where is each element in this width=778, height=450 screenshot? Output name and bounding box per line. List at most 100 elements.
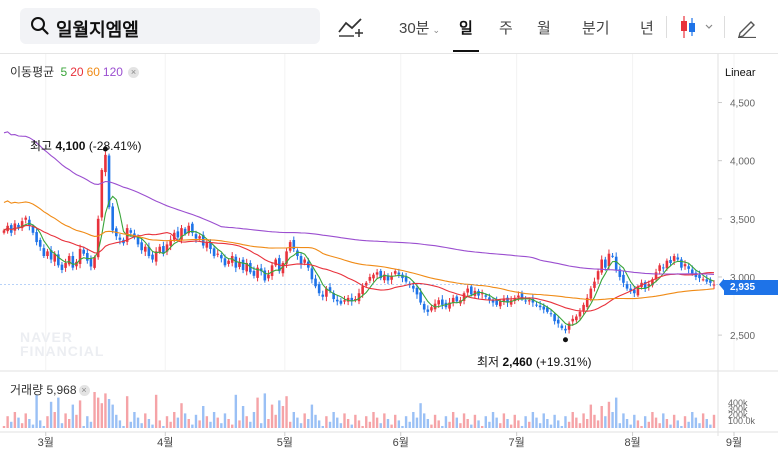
volume-bar — [357, 420, 361, 428]
volume-tick-label: 100.0k — [728, 416, 756, 426]
candle-body — [665, 260, 669, 269]
tab-week[interactable]: 주 — [499, 17, 513, 38]
candle-body — [361, 286, 364, 294]
ma-line-60 — [3, 200, 715, 301]
candle-body — [310, 268, 314, 280]
volume-bar — [560, 426, 564, 428]
candle-body — [372, 274, 375, 279]
volume-bar — [640, 426, 643, 428]
volume-bar — [339, 423, 343, 428]
volume-bar — [343, 413, 346, 428]
candle-body — [35, 232, 38, 243]
candle-body — [140, 242, 143, 251]
candle-body — [600, 259, 604, 273]
volume-bar — [198, 420, 201, 428]
candle-body — [158, 246, 162, 253]
volume-bar — [430, 424, 433, 428]
tab-30min[interactable]: 30분 ⌄ — [399, 17, 440, 38]
price-chart[interactable]: 4,5004,0003,5003,0002,500400k300k200k100… — [0, 54, 778, 450]
ma-120: 120 — [102, 65, 123, 79]
volume-bar — [488, 421, 491, 428]
candle-body — [227, 260, 230, 264]
tab-month[interactable]: 월 — [537, 17, 551, 38]
volume-bar — [89, 421, 93, 428]
scale-mode[interactable]: Linear — [725, 67, 756, 79]
candle-body — [535, 304, 538, 306]
volume-bar — [473, 414, 477, 428]
volume-bar — [625, 419, 629, 428]
candle-body — [303, 259, 306, 263]
volume-bar — [415, 417, 419, 428]
x-tick-label: 5월 — [277, 436, 293, 449]
volume-bar — [448, 421, 451, 428]
volume-bar — [173, 412, 176, 428]
candle-body — [549, 313, 553, 315]
add-indicator-icon[interactable] — [336, 14, 366, 40]
volume-bar — [444, 416, 448, 428]
volume-bar — [111, 404, 114, 428]
volume-bar — [477, 420, 480, 428]
volume-bar — [520, 426, 524, 428]
candle-body — [415, 287, 419, 295]
volume-bar — [571, 412, 574, 428]
close-icon[interactable]: × — [127, 67, 139, 78]
search-icon[interactable] — [30, 16, 50, 36]
candle-body — [441, 299, 444, 305]
candlestick-icon[interactable] — [678, 14, 718, 40]
volume-bar — [386, 419, 390, 428]
volume-bar — [100, 403, 104, 428]
candle-body — [299, 256, 303, 265]
volume-bar — [104, 393, 107, 428]
volume-bar — [220, 423, 223, 428]
volume-bar — [241, 406, 245, 428]
candle-body — [212, 248, 216, 257]
volume-bar — [129, 421, 132, 428]
volume-bar — [390, 424, 393, 428]
volume-bar — [701, 413, 705, 428]
candle-body — [335, 299, 339, 302]
tab-quarter[interactable]: 분기 — [582, 17, 610, 38]
volume-bar — [466, 419, 469, 428]
volume-bar — [39, 420, 42, 428]
volume-bar — [35, 394, 38, 428]
volume-bar — [564, 416, 567, 428]
pencil-icon[interactable] — [736, 16, 758, 38]
tab-year[interactable]: 년 — [640, 17, 654, 38]
volume-bar — [361, 426, 364, 428]
volume-bar — [709, 424, 712, 428]
candle-body — [553, 314, 556, 322]
volume-bar — [332, 412, 335, 428]
volume-bar — [118, 420, 122, 428]
candle-body — [437, 300, 440, 305]
volume-bar — [256, 397, 259, 428]
volume-bar — [480, 426, 484, 428]
volume-bar — [122, 426, 125, 428]
volume-bar — [633, 414, 636, 428]
volume-bar — [484, 416, 487, 428]
volume-bar — [672, 414, 676, 428]
candle-body — [466, 288, 469, 293]
volume-bar — [245, 416, 248, 428]
candle-body — [60, 264, 64, 270]
volume-bar — [154, 394, 158, 428]
volume-bar — [17, 417, 20, 428]
close-icon[interactable]: × — [78, 385, 90, 396]
volume-bar — [401, 426, 404, 428]
volume-bar — [49, 401, 53, 428]
candle-body — [38, 239, 42, 247]
volume-bar — [611, 412, 614, 428]
tab-day[interactable]: 일 — [459, 17, 473, 38]
volume-bar — [183, 413, 187, 428]
volume-bar — [567, 421, 571, 428]
volume-bar — [354, 414, 357, 428]
stock-search-box[interactable]: 일월지엠엘 — [20, 8, 320, 44]
candle-body — [524, 300, 527, 302]
volume-bar — [165, 416, 169, 428]
volume-bar — [451, 412, 455, 428]
volume-bar — [683, 416, 687, 428]
candle-body — [578, 311, 582, 317]
candle-body — [71, 256, 75, 268]
volume-bar — [209, 421, 212, 428]
volume-bar — [10, 421, 13, 428]
volume-bar — [259, 423, 263, 428]
